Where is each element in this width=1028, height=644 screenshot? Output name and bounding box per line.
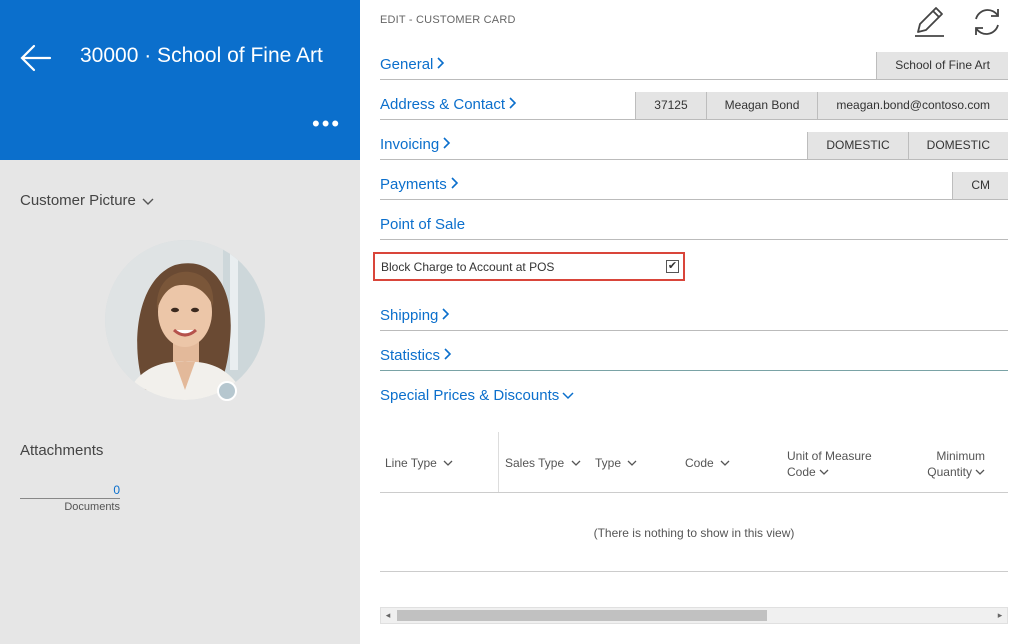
- column-label: Type: [595, 456, 622, 470]
- column-divider[interactable]: [498, 432, 499, 492]
- section-invoicing-title: Invoicing: [380, 136, 440, 153]
- summary-chip: 37125: [635, 92, 706, 119]
- section-statistics-title: Statistics: [380, 347, 441, 364]
- section-statistics: Statistics: [380, 331, 1008, 371]
- chevron-down-icon: [819, 469, 829, 475]
- section-special-title: Special Prices & Discounts: [380, 387, 560, 404]
- column-header-code[interactable]: Code: [685, 456, 730, 470]
- block-charge-field: Block Charge to Account at POS ✔: [373, 252, 685, 281]
- section-general: General School of Fine Art: [380, 40, 1008, 80]
- summary-chip: CM: [952, 172, 1008, 199]
- section-special-prices: Special Prices & Discounts: [380, 371, 1008, 411]
- status-indicator: [217, 381, 237, 401]
- chevron-right-icon: [443, 137, 451, 149]
- column-label: Unit of Measure: [787, 449, 872, 463]
- customer-photo: [105, 240, 265, 400]
- horizontal-scrollbar[interactable]: ◂ ▸: [380, 607, 1008, 624]
- customer-picture-toggle[interactable]: Customer Picture: [20, 192, 154, 209]
- chevron-right-icon: [437, 57, 445, 69]
- chevron-down-icon: [443, 460, 453, 466]
- section-address-header[interactable]: Address & Contact: [380, 96, 517, 113]
- column-label: Code: [685, 456, 714, 470]
- section-invoicing: Invoicing DOMESTIC DOMESTIC: [380, 120, 1008, 160]
- empty-state-text: (There is nothing to show in this view): [593, 526, 795, 540]
- section-payments: Payments CM: [380, 160, 1008, 200]
- customer-avatar[interactable]: [105, 240, 265, 400]
- left-pane: 30000 · School of Fine Art ••• Customer …: [0, 0, 360, 644]
- summary-chip: School of Fine Art: [876, 52, 1008, 79]
- column-label-line2: Quantity: [927, 465, 972, 479]
- address-summary: 37125 Meagan Bond meagan.bond@contoso.co…: [635, 92, 1008, 119]
- column-header-unit-of-measure[interactable]: Unit of Measure Code: [787, 448, 872, 480]
- customer-picture-label: Customer Picture: [20, 192, 136, 209]
- table-bottom-divider: [380, 571, 1008, 572]
- section-invoicing-header[interactable]: Invoicing: [380, 136, 451, 153]
- column-label-line2: Code: [787, 465, 816, 479]
- chevron-down-icon: [627, 460, 637, 466]
- section-address-title: Address & Contact: [380, 96, 506, 113]
- column-label: Minimum: [936, 449, 985, 463]
- section-special-header[interactable]: Special Prices & Discounts: [380, 387, 574, 404]
- chevron-right-icon: [509, 97, 517, 109]
- payments-summary: CM: [952, 172, 1008, 199]
- section-payments-header[interactable]: Payments: [380, 176, 459, 193]
- more-options-button[interactable]: •••: [312, 113, 348, 135]
- section-shipping-title: Shipping: [380, 307, 439, 324]
- column-label: Sales Type: [505, 456, 565, 470]
- scrollbar-thumb[interactable]: [397, 610, 767, 621]
- invoicing-summary: DOMESTIC DOMESTIC: [807, 132, 1008, 159]
- summary-chip: DOMESTIC: [907, 132, 1008, 159]
- chevron-down-icon: [562, 392, 574, 400]
- section-address-contact: Address & Contact 37125 Meagan Bond meag…: [380, 80, 1008, 120]
- chevron-down-icon: [571, 460, 580, 466]
- documents-label: Documents: [64, 501, 120, 513]
- column-header-minimum-quantity[interactable]: Minimum Quantity: [927, 448, 985, 480]
- block-charge-label: Block Charge to Account at POS: [381, 260, 555, 274]
- column-header-line-type[interactable]: Line Type: [385, 456, 453, 470]
- chevron-right-icon: [451, 177, 458, 189]
- summary-chip: DOMESTIC: [807, 132, 908, 159]
- chevron-right-icon: [442, 308, 450, 320]
- summary-chip: meagan.bond@contoso.com: [817, 92, 1008, 119]
- section-point-of-sale: Point of Sale: [380, 200, 1008, 240]
- page-title: 30000 · School of Fine Art: [80, 44, 323, 67]
- column-label: Line Type: [385, 456, 437, 470]
- section-payments-title: Payments: [380, 176, 447, 193]
- arrow-left-icon[interactable]: [18, 40, 54, 76]
- header-banner: 30000 · School of Fine Art •••: [0, 0, 360, 160]
- section-shipping-header[interactable]: Shipping: [380, 307, 450, 324]
- block-charge-checkbox[interactable]: ✔: [666, 260, 679, 273]
- column-header-sales-type[interactable]: Sales Type: [505, 456, 581, 470]
- special-prices-table-header: Line Type Sales Type Type Code Unit of M…: [380, 432, 1008, 493]
- chevron-down-icon: [720, 460, 730, 466]
- pencil-icon[interactable]: [910, 4, 946, 40]
- refresh-icon[interactable]: [969, 4, 1005, 40]
- scroll-left-arrow-icon[interactable]: ◂: [381, 608, 395, 623]
- chevron-down-icon: [142, 198, 154, 206]
- section-statistics-header[interactable]: Statistics: [380, 347, 452, 364]
- chevron-down-icon: [975, 469, 985, 475]
- section-general-title: General: [380, 56, 434, 73]
- summary-chip: Meagan Bond: [705, 92, 818, 119]
- documents-count-link[interactable]: 0: [20, 483, 120, 499]
- attachments-label: Attachments: [20, 442, 104, 459]
- section-general-header[interactable]: General: [380, 56, 445, 73]
- breadcrumb: EDIT - CUSTOMER CARD: [380, 14, 516, 26]
- chevron-right-icon: [444, 348, 452, 360]
- section-pos-title[interactable]: Point of Sale: [380, 216, 465, 233]
- section-shipping: Shipping: [380, 291, 1008, 331]
- column-header-type[interactable]: Type: [595, 456, 637, 470]
- scroll-right-arrow-icon[interactable]: ▸: [993, 608, 1007, 623]
- general-summary: School of Fine Art: [876, 52, 1008, 79]
